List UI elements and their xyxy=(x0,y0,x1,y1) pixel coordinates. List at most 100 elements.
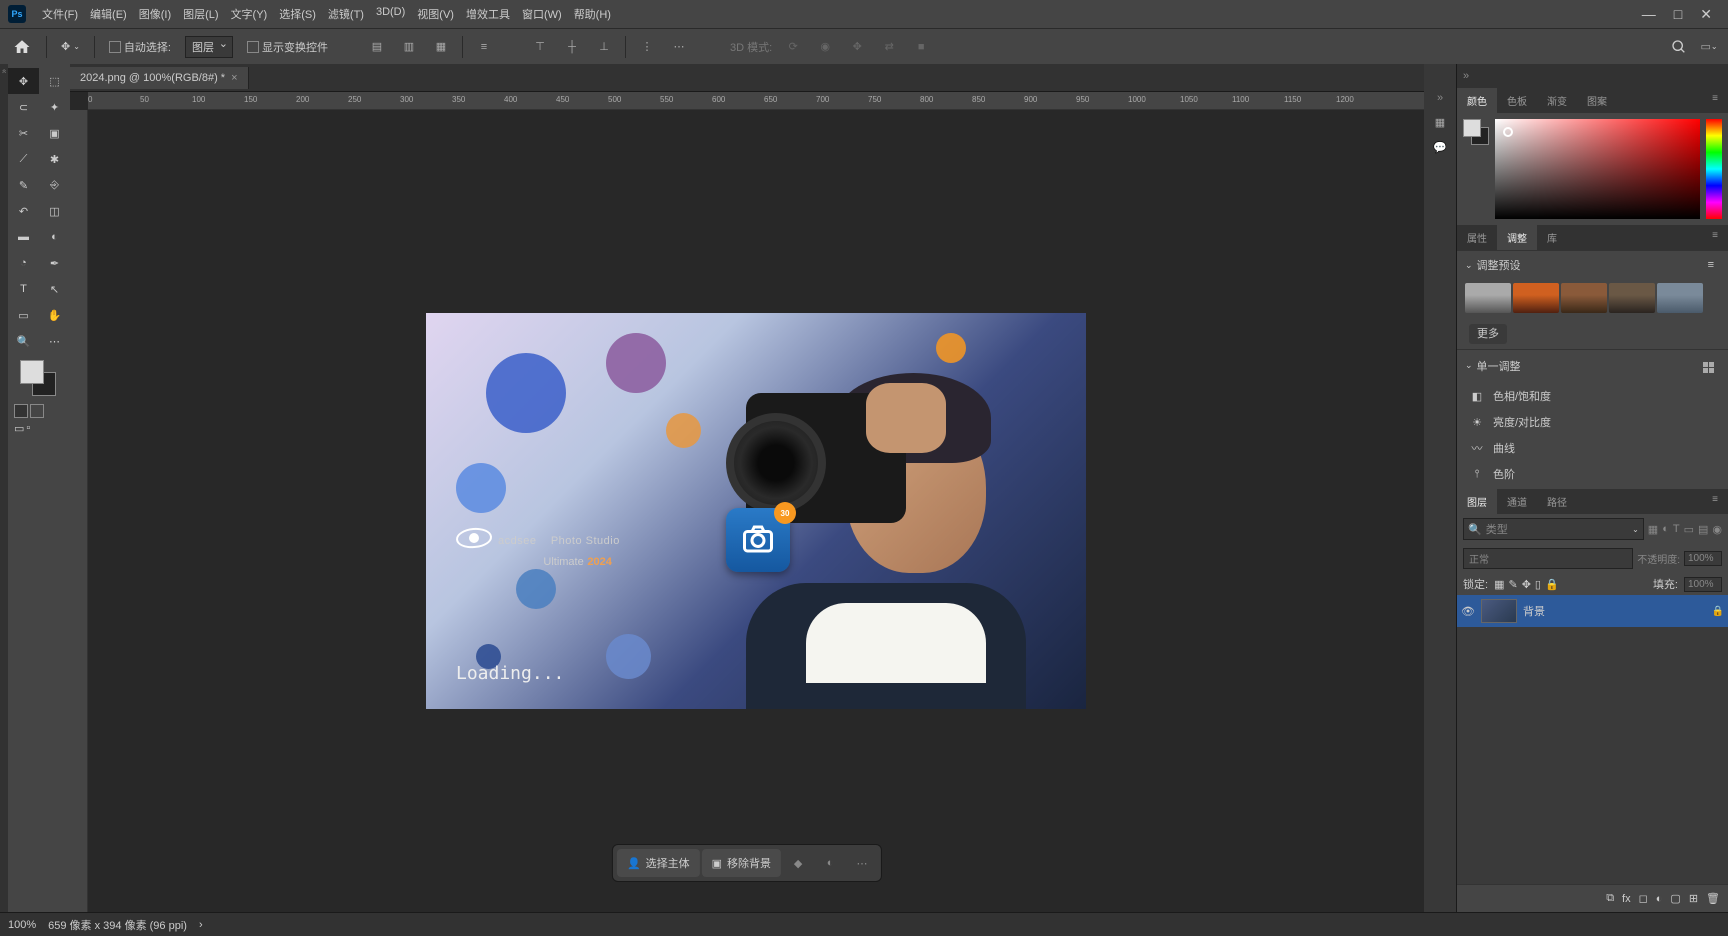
tab-图案[interactable]: 图案 xyxy=(1577,88,1617,113)
eraser-tool[interactable]: ◫ xyxy=(39,198,70,224)
adjustments-grid-icon[interactable] xyxy=(1697,356,1720,375)
tab-颜色[interactable]: 颜色 xyxy=(1457,88,1497,113)
zoom-level[interactable]: 100% xyxy=(8,919,36,931)
tab-调整[interactable]: 调整 xyxy=(1497,225,1537,250)
more-align-icon[interactable]: ⋯ xyxy=(668,36,690,58)
filter-smart-icon[interactable]: ▤ xyxy=(1698,523,1708,536)
edit-toolbar[interactable]: ⋯ xyxy=(39,328,70,354)
menu-图层(L)[interactable]: 图层(L) xyxy=(177,2,224,26)
align-center-h-icon[interactable]: ▥ xyxy=(398,36,420,58)
lock-all-icon[interactable]: 🔒 xyxy=(1545,578,1559,591)
standard-mode-icon[interactable] xyxy=(14,404,28,418)
lasso-tool[interactable]: ⊂ xyxy=(8,94,39,120)
menu-滤镜(T)[interactable]: 滤镜(T) xyxy=(322,2,370,26)
lock-position-icon[interactable]: ✥ xyxy=(1522,578,1531,591)
tab-图层[interactable]: 图层 xyxy=(1457,489,1497,514)
healing-tool[interactable]: ✱ xyxy=(39,146,70,172)
layer-visibility-icon[interactable]: 👁 xyxy=(1461,605,1475,618)
brush-tool[interactable]: ✎ xyxy=(8,172,39,198)
remove-background-button[interactable]: ▣ 移除背景 xyxy=(702,849,781,877)
quickmask-mode-icon[interactable] xyxy=(30,404,44,418)
lock-pixels-icon[interactable]: ✎ xyxy=(1508,578,1517,591)
path-tool[interactable]: ↖ xyxy=(39,276,70,302)
auto-select-layer-dropdown[interactable]: 图层 xyxy=(185,36,233,58)
panel-collapse-icon[interactable]: » xyxy=(1437,92,1443,104)
menu-增效工具[interactable]: 增效工具 xyxy=(460,2,516,26)
home-button[interactable] xyxy=(8,33,36,61)
layer-filter-search[interactable]: 🔍 类型⌄ xyxy=(1463,518,1644,540)
select-subject-button[interactable]: 👤 选择主体 xyxy=(617,849,700,877)
filter-type-icon[interactable]: T xyxy=(1673,523,1680,535)
panel-menu-icon[interactable]: ≡ xyxy=(1702,489,1728,514)
lock-artboard-icon[interactable]: ▯ xyxy=(1535,578,1541,591)
rectangle-tool[interactable]: ▭ xyxy=(8,302,39,328)
show-transform-checkbox[interactable]: 显示变换控件 xyxy=(243,37,332,57)
minimize-button[interactable]: — xyxy=(1642,6,1656,23)
move-tool[interactable]: ✥ xyxy=(8,68,39,94)
magic-wand-tool[interactable]: ✦ xyxy=(39,94,70,120)
layer-fx-icon[interactable]: fx xyxy=(1622,893,1631,905)
align-middle-icon[interactable]: ┼ xyxy=(561,36,583,58)
pen-tool[interactable]: ✒ xyxy=(39,250,70,276)
align-left-icon[interactable]: ▤ xyxy=(366,36,388,58)
clone-tool[interactable]: ⎆ xyxy=(39,172,70,198)
menu-帮助(H)[interactable]: 帮助(H) xyxy=(568,2,617,26)
close-button[interactable]: ✕ xyxy=(1700,6,1712,23)
move-tool-indicator[interactable]: ✥ ⌄ xyxy=(57,38,84,55)
document-tab[interactable]: 2024.png @ 100%(RGB/8#) * × xyxy=(70,67,249,89)
frame-tool[interactable]: ▣ xyxy=(39,120,70,146)
preset-4[interactable] xyxy=(1609,283,1655,313)
layer-mask-icon[interactable]: ◻ xyxy=(1639,892,1648,905)
panel-menu-icon[interactable]: ≡ xyxy=(1702,88,1728,113)
menu-图像(I)[interactable]: 图像(I) xyxy=(133,2,177,26)
menu-视图(V)[interactable]: 视图(V) xyxy=(411,2,460,26)
layer-name[interactable]: 背景 xyxy=(1523,603,1545,619)
crop-tool[interactable]: ✂ xyxy=(8,120,39,146)
single-adjustment-header[interactable]: ⌄单一调整 xyxy=(1457,349,1728,381)
opacity-input[interactable]: 100% xyxy=(1684,551,1722,566)
menu-窗口(W)[interactable]: 窗口(W) xyxy=(516,2,568,26)
status-more-icon[interactable]: › xyxy=(199,919,203,931)
layer-thumbnail[interactable] xyxy=(1481,599,1517,623)
dock-icon-2[interactable]: 💬 xyxy=(1433,141,1447,154)
type-tool[interactable]: T xyxy=(8,276,39,302)
panel-menu-icon[interactable]: ≡ xyxy=(1702,225,1728,250)
menu-文字(Y)[interactable]: 文字(Y) xyxy=(225,2,274,26)
tab-渐变[interactable]: 渐变 xyxy=(1537,88,1577,113)
distribute-icon[interactable]: ≡ xyxy=(473,36,495,58)
delete-layer-icon[interactable]: 🗑 xyxy=(1706,892,1720,905)
more-options-icon[interactable]: ⋯ xyxy=(847,849,877,877)
mini-swatches[interactable] xyxy=(1463,119,1489,145)
screen-mode-next-icon[interactable]: ▫ xyxy=(26,422,30,435)
adjustment-presets-header[interactable]: ⌄调整预设≡ xyxy=(1457,250,1728,279)
preset-1[interactable] xyxy=(1465,283,1511,313)
panel-collapse-right-icon[interactable]: » xyxy=(1463,70,1469,82)
presets-grid-icon[interactable]: ≡ xyxy=(1702,257,1720,273)
tab-色板[interactable]: 色板 xyxy=(1497,88,1537,113)
ruler-vertical[interactable] xyxy=(70,110,88,912)
preset-2[interactable] xyxy=(1513,283,1559,313)
layer-background[interactable]: 👁 背景 🔒 xyxy=(1457,595,1728,627)
tab-路径[interactable]: 路径 xyxy=(1537,489,1577,514)
foreground-color-swatch[interactable] xyxy=(20,360,44,384)
dock-icon-1[interactable]: ▦ xyxy=(1435,116,1445,129)
gradient-tool[interactable]: ▬ xyxy=(8,224,39,250)
tab-close-icon[interactable]: × xyxy=(231,72,237,84)
layer-group-icon[interactable]: ▢ xyxy=(1670,892,1680,905)
menu-编辑(E)[interactable]: 编辑(E) xyxy=(84,2,133,26)
tab-属性[interactable]: 属性 xyxy=(1457,225,1497,250)
hand-tool[interactable]: ✋ xyxy=(39,302,70,328)
adjustment-色相/饱和度[interactable]: ◧色相/饱和度 xyxy=(1457,383,1728,409)
filter-shape-icon[interactable]: ▭ xyxy=(1684,523,1694,536)
more-presets-button[interactable]: 更多 xyxy=(1469,324,1507,344)
menu-3D(D)[interactable]: 3D(D) xyxy=(370,2,411,26)
eyedropper-tool[interactable]: ⟋ xyxy=(8,146,39,172)
menu-选择(S)[interactable]: 选择(S) xyxy=(273,2,322,26)
adjustment-色阶[interactable]: ⫯色阶 xyxy=(1457,461,1728,487)
ruler-horizontal[interactable]: 0501001502002503003504004505005506006507… xyxy=(88,92,1424,110)
hue-slider[interactable] xyxy=(1706,119,1722,219)
menu-文件(F)[interactable]: 文件(F) xyxy=(36,2,84,26)
link-layers-icon[interactable]: ⧉ xyxy=(1606,892,1614,905)
tab-通道[interactable]: 通道 xyxy=(1497,489,1537,514)
maximize-button[interactable]: □ xyxy=(1674,6,1682,23)
